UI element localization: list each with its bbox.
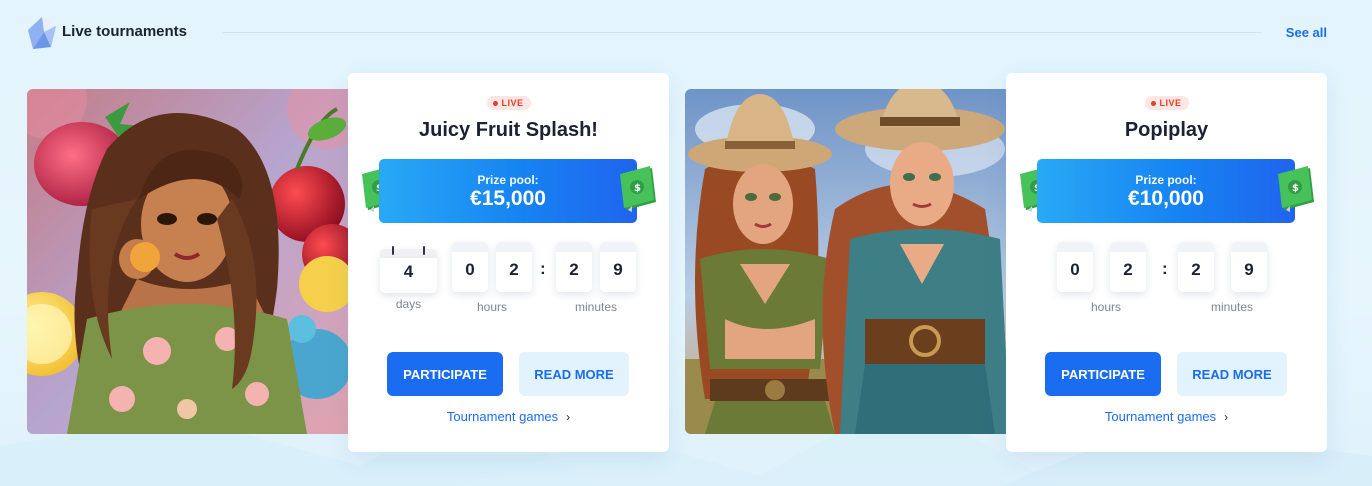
hours-label: hours <box>476 300 508 314</box>
calendar-ring-icon <box>423 246 425 255</box>
days-label: days <box>395 297 422 311</box>
tournament-title: Juicy Fruit Splash! <box>419 119 598 141</box>
prize-pool-banner: Prize pool: €15,000 <box>379 159 637 223</box>
calendar-ring-icon <box>392 246 394 255</box>
live-badge: LIVE <box>486 96 531 110</box>
minutes-digit-1: 2 <box>556 242 592 292</box>
countdown-timer: 0 2 hours : 2 9 minutes <box>1006 241 1327 321</box>
cowgirls-illustration <box>685 89 1007 434</box>
live-dot-icon <box>1150 100 1156 106</box>
tournament-card-2: LIVE Popiplay $ Prize pool: €10,000 $ 0 … <box>1006 73 1327 452</box>
live-label: LIVE <box>1159 98 1182 108</box>
minutes-digit-2: 9 <box>1231 242 1267 292</box>
tournament-1-artwork[interactable] <box>27 89 349 434</box>
tournament-games-label: Tournament games <box>1104 409 1217 424</box>
tournament-games-link[interactable]: Tournament games › <box>348 409 669 424</box>
hours-digit-2: 2 <box>1110 242 1146 292</box>
live-dot-icon <box>492 100 498 106</box>
minutes-label: minutes <box>574 300 618 314</box>
money-stack-icon: $ <box>620 166 656 212</box>
see-all-link[interactable]: See all <box>1286 25 1327 40</box>
fruit-girl-illustration <box>27 89 349 434</box>
live-badge: LIVE <box>1144 96 1189 110</box>
read-more-button[interactable]: READ MORE <box>1177 352 1287 396</box>
tournament-2-artwork[interactable] <box>685 89 1007 434</box>
svg-text:$: $ <box>1292 183 1299 194</box>
section-title: Live tournaments <box>62 23 188 40</box>
tournament-games-label: Tournament games <box>446 409 559 424</box>
participate-button[interactable]: PARTICIPATE <box>1045 352 1161 396</box>
time-separator: : <box>540 259 546 278</box>
tournament-title: Popiplay <box>1124 119 1209 141</box>
section-header: Live tournaments See all <box>27 16 1327 50</box>
read-more-button[interactable]: READ MORE <box>519 352 629 396</box>
svg-text:$: $ <box>634 183 641 194</box>
header-divider <box>223 32 1261 33</box>
days-box: 4 <box>380 246 437 293</box>
minutes-label: minutes <box>1210 300 1254 314</box>
countdown-timer: 4 days 0 2 hours : 2 9 minutes <box>348 241 669 321</box>
hours-label: hours <box>1090 300 1122 314</box>
tournament-games-link[interactable]: Tournament games › <box>1006 409 1327 424</box>
money-stack-icon: $ <box>1278 166 1314 212</box>
hours-digit-1: 0 <box>452 242 488 292</box>
chevron-right-icon: › <box>566 410 571 424</box>
chevron-right-icon: › <box>1224 410 1229 424</box>
live-label: LIVE <box>501 98 524 108</box>
prize-pool-amount: €15,000 <box>470 187 546 210</box>
minutes-digit-1: 2 <box>1178 242 1214 292</box>
participate-button[interactable]: PARTICIPATE <box>387 352 503 396</box>
hours-digit-2: 2 <box>496 242 532 292</box>
hours-digit-1: 0 <box>1057 242 1093 292</box>
prize-pool-amount: €10,000 <box>1128 187 1204 210</box>
time-separator: : <box>1162 259 1168 278</box>
prize-pool-label: Prize pool: <box>477 173 539 187</box>
minutes-digit-2: 9 <box>600 242 636 292</box>
days-value: 4 <box>403 262 414 281</box>
prize-pool-label: Prize pool: <box>1135 173 1197 187</box>
prize-pool-banner: Prize pool: €10,000 <box>1037 159 1295 223</box>
crystal-logo-icon <box>28 17 56 49</box>
tournament-card-1: LIVE Juicy Fruit Splash! $ Prize pool: €… <box>348 73 669 452</box>
